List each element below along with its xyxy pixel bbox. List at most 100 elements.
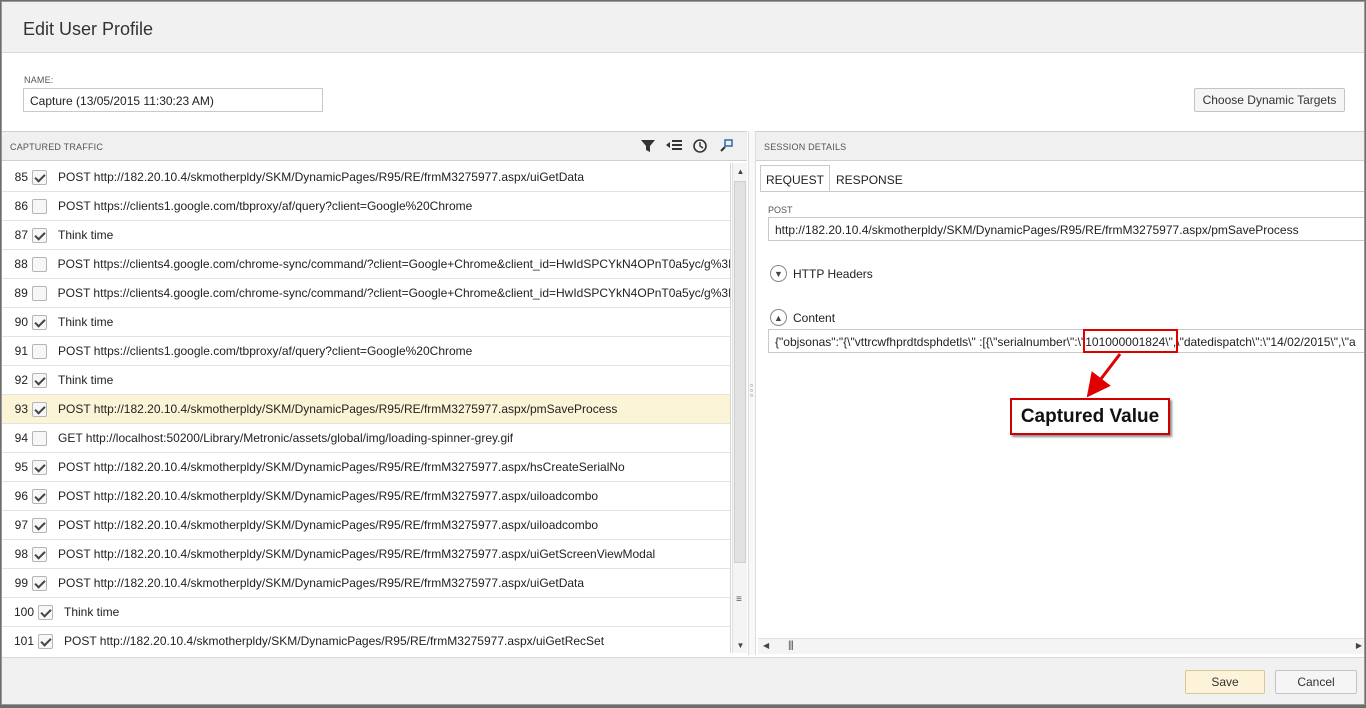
row-number: 96	[14, 489, 28, 503]
content-toggle[interactable]: ▲ Content	[770, 309, 835, 326]
chevron-up-icon[interactable]: ▲	[770, 309, 787, 326]
traffic-row[interactable]: 86 POST https://clients1.google.com/tbpro…	[2, 192, 730, 221]
tab-request[interactable]: REQUEST	[760, 165, 831, 192]
scroll-left-icon[interactable]: ◀	[763, 641, 769, 650]
row-request-text: POST http://182.20.10.4/skmotherpldy/SKM…	[58, 460, 625, 474]
row-checkbox[interactable]	[32, 343, 47, 359]
name-input[interactable]: Capture (13/05/2015 11:30:23 AM)	[23, 88, 323, 112]
row-checkbox[interactable]	[32, 575, 47, 591]
http-headers-toggle[interactable]: ▼ HTTP Headers	[770, 265, 873, 282]
row-checkbox[interactable]	[32, 430, 47, 446]
row-request-text: Think time	[58, 373, 114, 387]
row-checkbox[interactable]	[32, 169, 47, 185]
row-request-text: POST http://182.20.10.4/skmotherpldy/SKM…	[58, 170, 585, 184]
row-request-text: Think time	[58, 228, 114, 242]
request-url-field[interactable]: http://182.20.10.4/skmotherpldy/SKM/Dyna…	[768, 217, 1364, 241]
traffic-row[interactable]: 97 POST http://182.20.10.4/skmotherpldy/S…	[2, 511, 730, 540]
traffic-row[interactable]: 98 POST http://182.20.10.4/skmotherpldy/S…	[2, 540, 730, 569]
row-number: 101	[13, 634, 34, 648]
row-checkbox[interactable]	[32, 517, 47, 533]
traffic-row[interactable]: 99 POST http://182.20.10.4/skmotherpldy/S…	[2, 569, 730, 598]
titlebar: Edit User Profile	[2, 2, 1364, 53]
dialog-title: Edit User Profile	[23, 19, 154, 39]
captured-traffic-label: CAPTURED TRAFFIC	[10, 142, 104, 152]
row-request-text: POST http://182.20.10.4/skmotherpldy/SKM…	[58, 547, 656, 561]
content-label: Content	[793, 310, 836, 325]
traffic-row[interactable]: 92 Think time	[2, 366, 730, 395]
tab-response[interactable]: RESPONSE	[830, 165, 909, 192]
splitter-grip-icon: ▫ ▫ ▫	[750, 381, 753, 400]
row-checkbox[interactable]	[31, 285, 47, 301]
row-number: 94	[14, 431, 28, 445]
hscroll-grip-icon: |||	[788, 640, 794, 651]
search-icon[interactable]	[717, 137, 735, 155]
row-request-text: Think time	[64, 605, 120, 619]
captured-value-highlight	[1083, 329, 1178, 353]
row-request-text: POST https://clients1.google.com/tbproxy…	[58, 344, 473, 358]
traffic-row[interactable]: 87 Think time	[2, 221, 730, 250]
row-checkbox[interactable]	[32, 401, 47, 417]
save-button[interactable]: Save	[1185, 670, 1265, 694]
traffic-row[interactable]: 96 POST http://182.20.10.4/skmotherpldy/S…	[2, 482, 730, 511]
row-checkbox[interactable]	[31, 256, 47, 272]
row-checkbox[interactable]	[32, 314, 47, 330]
row-request-text: POST https://clients4.google.com/chrome-…	[57, 257, 731, 271]
traffic-row[interactable]: 94 GET http://localhost:50200/Library/Met…	[2, 424, 730, 453]
cancel-button[interactable]: Cancel	[1275, 670, 1357, 694]
choose-dynamic-targets-button[interactable]: Choose Dynamic Targets	[1194, 88, 1345, 112]
row-checkbox[interactable]	[32, 198, 47, 214]
session-horizontal-scrollbar[interactable]: ◀ ||| ▶	[758, 638, 1364, 654]
session-details-header: SESSION DETAILS	[756, 131, 1364, 161]
row-request-text: POST http://182.20.10.4/skmotherpldy/SKM…	[58, 518, 599, 532]
scroll-down-icon[interactable]: ▼	[733, 637, 748, 653]
row-request-text: Think time	[58, 315, 114, 329]
row-checkbox[interactable]	[32, 546, 47, 562]
row-request-text: POST https://clients1.google.com/tbproxy…	[58, 199, 473, 213]
row-request-text: POST http://182.20.10.4/skmotherpldy/SKM…	[58, 489, 599, 503]
row-number: 86	[14, 199, 28, 213]
row-request-text: POST http://182.20.10.4/skmotherpldy/SKM…	[58, 576, 585, 590]
row-checkbox[interactable]	[32, 227, 47, 243]
row-number: 90	[14, 315, 28, 329]
row-number: 95	[14, 460, 28, 474]
row-checkbox[interactable]	[38, 604, 53, 620]
traffic-row[interactable]: 90 Think time	[2, 308, 730, 337]
traffic-row[interactable]: 88 POST https://clients4.google.com/chrom…	[2, 250, 730, 279]
traffic-row[interactable]: 85 POST http://182.20.10.4/skmotherpldy/S…	[2, 163, 730, 192]
dialog-footer: Save Cancel	[2, 657, 1364, 704]
traffic-row[interactable]: 89 POST https://clients4.google.com/chrom…	[2, 279, 730, 308]
chevron-down-icon[interactable]: ▼	[770, 265, 787, 282]
traffic-row[interactable]: 93 POST http://182.20.10.4/skmotherpldy/S…	[2, 395, 730, 424]
name-label: NAME:	[24, 75, 54, 85]
row-number: 85	[14, 170, 28, 184]
session-details-label: SESSION DETAILS	[764, 142, 847, 152]
traffic-row[interactable]: 101 POST http://182.20.10.4/skmotherpldy/…	[2, 627, 730, 653]
row-request-text: POST http://182.20.10.4/skmotherpldy/SKM…	[58, 402, 618, 416]
scroll-right-icon[interactable]: ▶	[1356, 641, 1362, 650]
row-number: 97	[14, 518, 28, 532]
traffic-row[interactable]: 95 POST http://182.20.10.4/skmotherpldy/S…	[2, 453, 730, 482]
row-checkbox[interactable]	[38, 633, 53, 649]
clock-icon[interactable]	[691, 137, 709, 155]
row-checkbox[interactable]	[32, 372, 47, 388]
traffic-row[interactable]: 100 Think time	[2, 598, 730, 627]
row-checkbox[interactable]	[32, 459, 47, 475]
row-number: 88	[14, 257, 28, 271]
edit-user-profile-dialog: Edit User Profile NAME: Capture (13/05/2…	[1, 1, 1365, 705]
row-number: 91	[14, 344, 28, 358]
list-add-icon[interactable]	[665, 137, 683, 155]
row-number: 92	[14, 373, 28, 387]
annotation-arrow-icon	[1086, 353, 1122, 398]
row-checkbox[interactable]	[32, 488, 47, 504]
pane-splitter[interactable]: ▫ ▫ ▫	[748, 131, 756, 655]
scroll-up-icon[interactable]: ▲	[733, 163, 748, 179]
traffic-row[interactable]: 91 POST https://clients1.google.com/tbpro…	[2, 337, 730, 366]
content-value-field[interactable]: {"objsonas":"{\"vttrcwfhprdtdsphdetls\" …	[768, 329, 1364, 353]
filter-icon[interactable]	[639, 137, 657, 155]
traffic-list-scrollbar[interactable]: ▲ ≡ ▼	[732, 163, 747, 653]
row-request-text: POST https://clients4.google.com/chrome-…	[57, 286, 731, 300]
captured-value-callout: Captured Value	[1010, 398, 1170, 435]
row-number: 100	[13, 605, 34, 619]
method-label: POST	[768, 205, 793, 215]
scroll-thumb[interactable]	[734, 181, 746, 563]
